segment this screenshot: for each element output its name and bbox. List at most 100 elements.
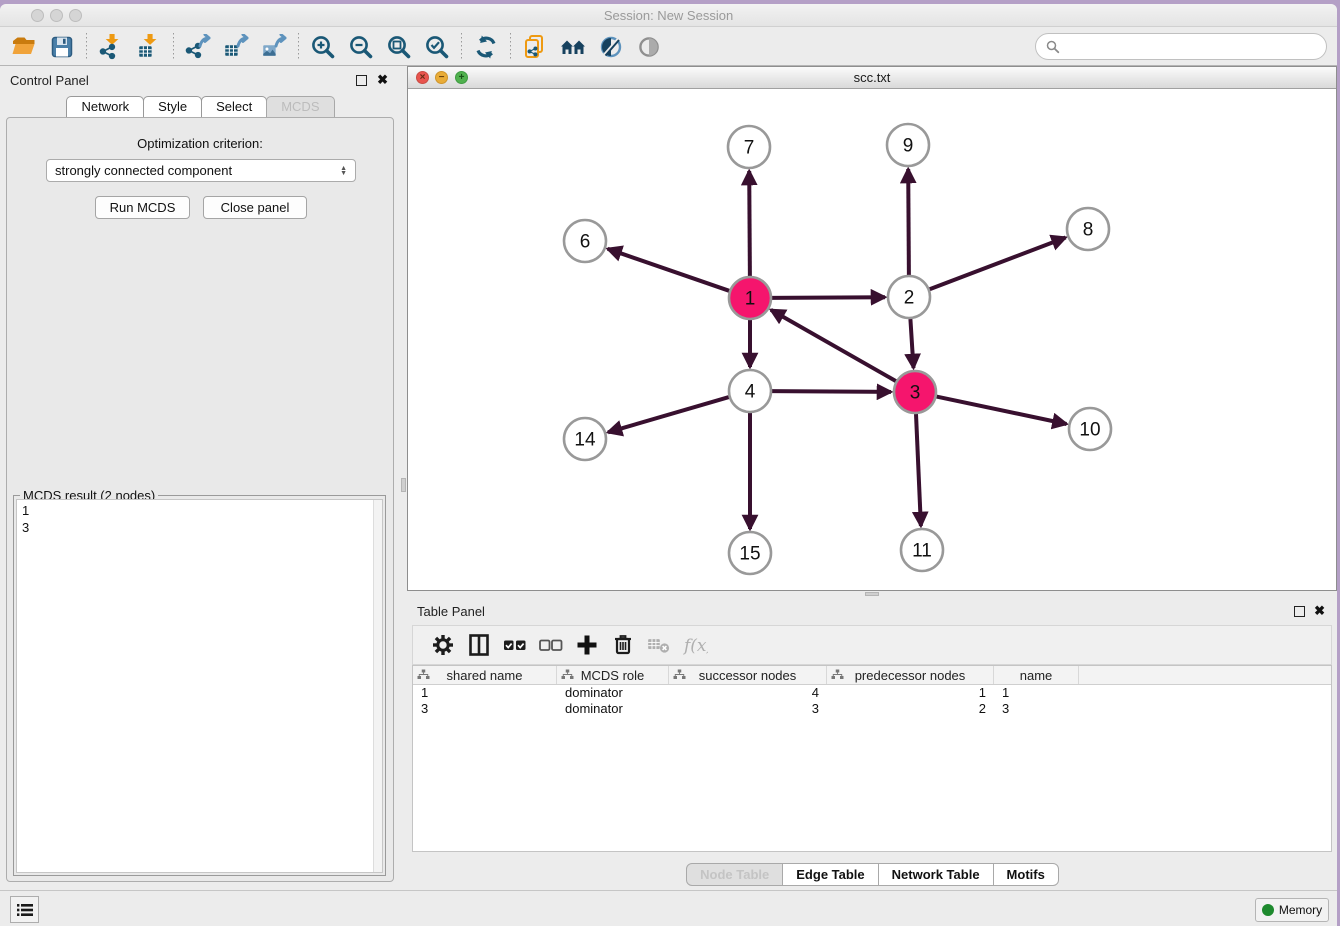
node-9[interactable]: 9	[887, 124, 929, 166]
column-header-name[interactable]: name	[994, 666, 1079, 684]
table-settings-button[interactable]	[425, 629, 461, 661]
optimization-criterion-select[interactable]: strongly connected component ▲▼	[46, 159, 356, 182]
graphics-details-button[interactable]	[554, 30, 592, 64]
navigator-button[interactable]	[630, 30, 668, 64]
edge-2-3[interactable]	[910, 319, 913, 368]
column-header-MCDS-role[interactable]: MCDS role	[557, 666, 669, 684]
vertical-splitter[interactable]	[400, 66, 407, 890]
table-row[interactable]: 1dominator411	[413, 685, 1331, 701]
edge-2-8[interactable]	[930, 238, 1066, 290]
network-window-title: scc.txt	[408, 70, 1336, 85]
select-all-rows-button[interactable]	[497, 629, 533, 661]
import-table-from-file-icon	[136, 34, 162, 60]
network-graph[interactable]: 7 9 6 8 1 2 4 3 14 10 15 11	[408, 89, 1336, 590]
node-4[interactable]: 4	[729, 370, 771, 412]
search-field[interactable]	[1035, 33, 1327, 60]
function-builder-button: f(x)	[677, 629, 713, 661]
function-builder-icon: f(x)	[682, 632, 708, 658]
tab-mcds[interactable]: MCDS	[266, 96, 334, 118]
hide-graphics-button[interactable]	[592, 30, 630, 64]
control-panel-tabs: NetworkStyleSelectMCDS	[0, 96, 400, 118]
table-row[interactable]: 3dominator323	[413, 701, 1331, 717]
tab-node-table[interactable]: Node Table	[686, 863, 783, 886]
column-header-successor-nodes[interactable]: successor nodes	[669, 666, 827, 684]
deselect-all-rows-icon	[538, 632, 564, 658]
select-all-rows-icon	[502, 632, 528, 658]
node-8[interactable]: 8	[1067, 208, 1109, 250]
tab-network[interactable]: Network	[66, 96, 144, 118]
toggle-columns-button[interactable]	[461, 629, 497, 661]
network-window-titlebar[interactable]: × − + scc.txt	[408, 67, 1336, 89]
delete-table-button	[641, 629, 677, 661]
node-10[interactable]: 10	[1069, 408, 1111, 450]
zoom-fit-button[interactable]	[380, 30, 418, 64]
node-15[interactable]: 15	[729, 532, 771, 574]
memory-button[interactable]: Memory	[1255, 898, 1329, 922]
zoom-out-button[interactable]	[342, 30, 380, 64]
export-table-button[interactable]	[217, 30, 255, 64]
export-image-button[interactable]	[255, 30, 293, 64]
edge-1-7[interactable]	[749, 171, 750, 276]
edge-3-10[interactable]	[937, 397, 1067, 424]
open-file-button[interactable]	[5, 30, 43, 64]
edge-1-2[interactable]	[772, 297, 885, 298]
tab-select[interactable]: Select	[201, 96, 267, 118]
zoom-selected-button[interactable]	[418, 30, 456, 64]
edge-4-3[interactable]	[772, 391, 891, 392]
node-14[interactable]: 14	[564, 418, 606, 460]
edge-3-11[interactable]	[916, 414, 921, 526]
tab-motifs[interactable]: Motifs	[993, 863, 1059, 886]
node-2[interactable]: 2	[888, 276, 930, 318]
tab-edge-table[interactable]: Edge Table	[782, 863, 878, 886]
search-input[interactable]	[1066, 39, 1316, 54]
node-1[interactable]: 1	[729, 277, 771, 319]
export-table-icon	[223, 34, 249, 60]
close-panel-button[interactable]: Close panel	[203, 196, 307, 219]
node-7[interactable]: 7	[728, 126, 770, 168]
mcds-result-list[interactable]: 1 3	[16, 499, 383, 873]
task-history-button[interactable]	[10, 896, 39, 923]
network-canvas[interactable]: 7 9 6 8 1 2 4 3 14 10 15 11	[408, 89, 1336, 590]
svg-text:3: 3	[910, 383, 921, 404]
run-mcds-button[interactable]: Run MCDS	[95, 196, 190, 219]
network-overview-button[interactable]	[516, 30, 554, 64]
zoom-selected-icon	[424, 34, 450, 60]
export-network-button[interactable]	[179, 30, 217, 64]
control-panel-header: Control Panel ✖	[0, 66, 400, 94]
edge-2-9[interactable]	[908, 169, 909, 275]
close-panel-icon[interactable]: ✖	[377, 72, 388, 88]
mcds-scrollbar[interactable]	[373, 500, 382, 872]
column-header-shared-name[interactable]: shared name	[413, 666, 557, 684]
tab-style[interactable]: Style	[143, 96, 202, 118]
node-6[interactable]: 6	[564, 220, 606, 262]
zoom-in-button[interactable]	[304, 30, 342, 64]
edge-4-14[interactable]	[608, 397, 729, 432]
column-header-predecessor-nodes[interactable]: predecessor nodes	[827, 666, 994, 684]
add-column-button[interactable]	[569, 629, 605, 661]
control-panel-title: Control Panel	[10, 73, 89, 88]
table-float-panel-icon[interactable]	[1294, 606, 1305, 617]
toolbar-separator	[510, 33, 511, 61]
node-3[interactable]: 3	[894, 371, 936, 413]
tree-icon	[831, 669, 844, 681]
cell-predecessor-nodes: 1	[827, 685, 994, 701]
refresh-button[interactable]	[467, 30, 505, 64]
svg-text:f(x): f(x)	[682, 636, 708, 656]
float-panel-icon[interactable]	[356, 75, 367, 86]
edge-1-6[interactable]	[608, 249, 730, 291]
list-icon	[16, 902, 34, 918]
toolbar-separator	[86, 33, 87, 61]
save-session-button[interactable]	[43, 30, 81, 64]
select-stepper-icon: ▲▼	[340, 166, 347, 176]
import-table-from-file-button[interactable]	[130, 30, 168, 64]
memory-label: Memory	[1279, 903, 1322, 917]
deselect-all-rows-button[interactable]	[533, 629, 569, 661]
svg-text:6: 6	[580, 232, 591, 253]
import-network-from-file-button[interactable]	[92, 30, 130, 64]
tab-network-table[interactable]: Network Table	[878, 863, 994, 886]
table-close-panel-icon[interactable]: ✖	[1314, 603, 1325, 619]
table-toolbar: f(x)	[412, 625, 1332, 665]
delete-column-button[interactable]	[605, 629, 641, 661]
node-11[interactable]: 11	[901, 529, 943, 571]
edge-3-1[interactable]	[771, 310, 896, 381]
